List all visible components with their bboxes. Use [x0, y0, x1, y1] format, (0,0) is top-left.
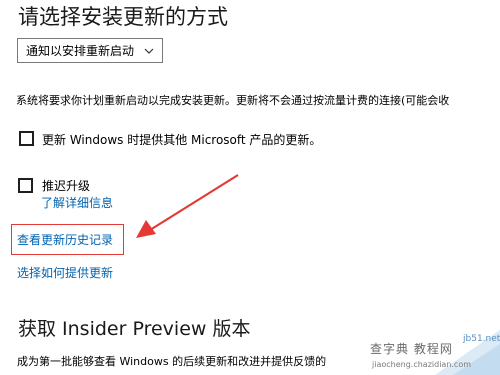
learn-more-link[interactable]: 了解详细信息 [41, 194, 113, 211]
update-history-link[interactable]: 查看更新历史记录 [17, 231, 113, 248]
restart-description: 系统将要求你计划重新启动以完成安装更新。更新将不会通过按流量计费的连接(可能会收 [16, 94, 450, 107]
watermark-url: jiaocheng.chazidian.com [372, 360, 472, 369]
watermark-name: 查字典 教程网 [370, 342, 453, 356]
other-products-checkbox[interactable] [19, 131, 34, 146]
delivery-options-link[interactable]: 选择如何提供更新 [17, 264, 113, 281]
chevron-down-icon [144, 48, 154, 54]
defer-upgrades-checkbox[interactable] [18, 178, 33, 193]
other-products-label[interactable]: 更新 Windows 时提供其他 Microsoft 产品的更新。 [42, 131, 321, 148]
install-mode-dropdown[interactable]: 通知以安排重新启动 [17, 38, 163, 63]
page-title: 请选择安装更新的方式 [18, 5, 228, 29]
install-mode-value: 通知以安排重新启动 [26, 44, 135, 58]
annotation-arrow [136, 174, 239, 238]
insider-title: 获取 Insider Preview 版本 [18, 318, 251, 340]
insider-description: 成为第一批能够查看 Windows 的后续更新和改进并提供反馈的 [17, 355, 327, 368]
watermark-site: jb51.net [463, 334, 500, 344]
defer-upgrades-label[interactable]: 推迟升级 [42, 177, 90, 194]
